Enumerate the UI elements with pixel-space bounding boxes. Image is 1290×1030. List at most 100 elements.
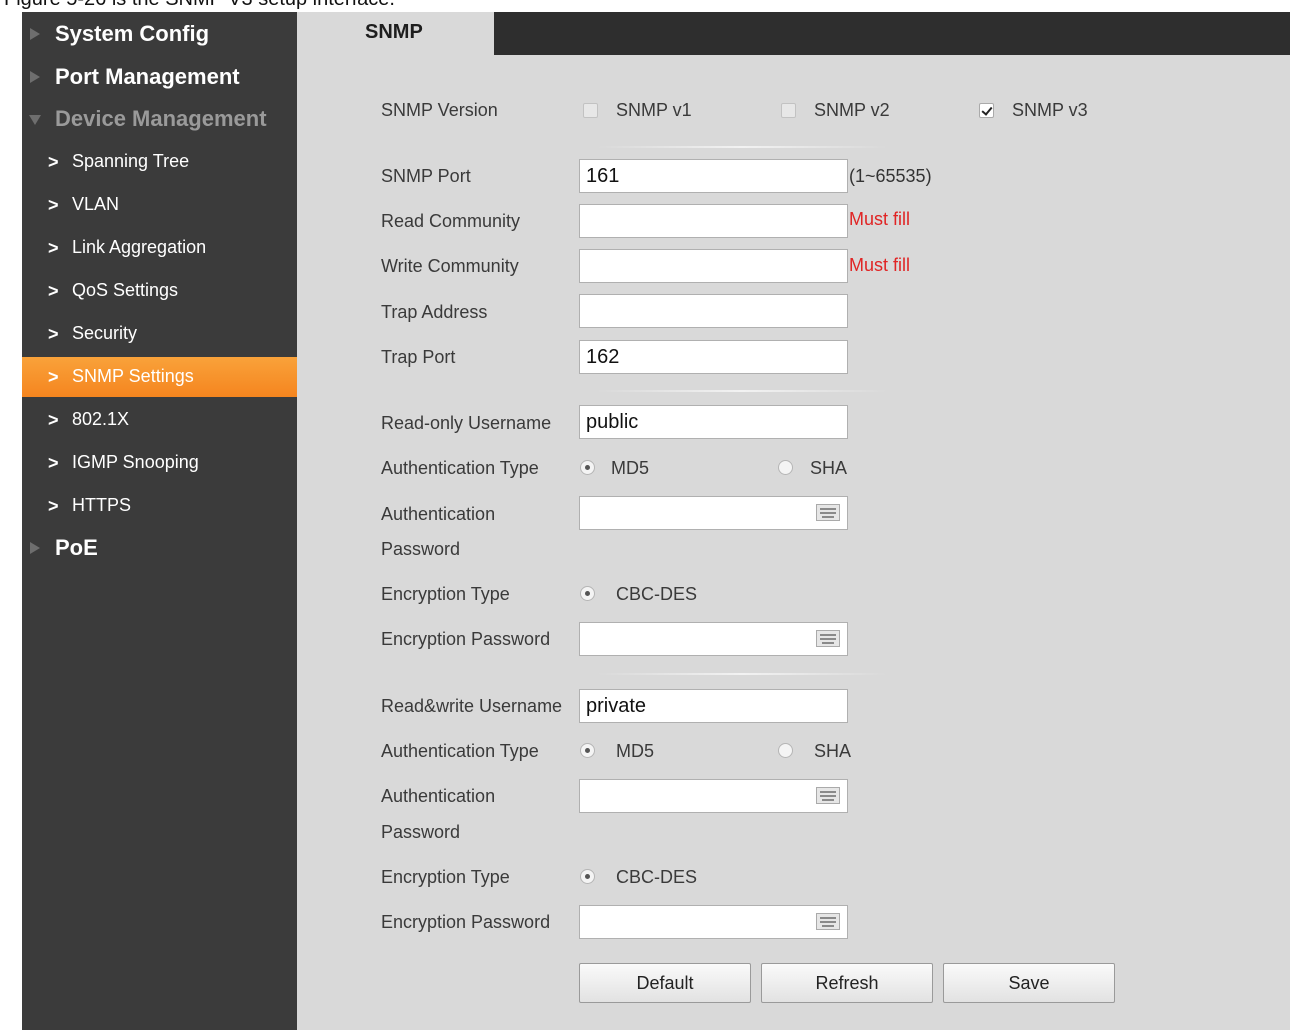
sidebar-item-label: HTTPS: [72, 495, 132, 515]
ro-sha-radio[interactable]: [778, 460, 793, 475]
chevron-right-icon: >: [48, 410, 59, 430]
write-community-label: Write Community: [381, 256, 519, 276]
sidebar-category-system-config[interactable]: System Config: [22, 14, 297, 54]
snmp-v2-label: SNMP v2: [814, 100, 890, 120]
snmp-v3-checkbox[interactable]: [979, 103, 994, 118]
section-divider: [597, 146, 887, 148]
chevron-right-icon: >: [48, 281, 59, 301]
chevron-right-icon: >: [48, 195, 59, 215]
keyboard-icon[interactable]: [816, 787, 840, 804]
sidebar-item-link-aggregation[interactable]: > Link Aggregation: [22, 228, 297, 268]
sidebar-item-igmp-snooping[interactable]: > IGMP Snooping: [22, 443, 297, 483]
chevron-right-icon: >: [48, 152, 59, 172]
snmp-v3-label: SNMP v3: [1012, 100, 1088, 120]
sidebar-category-label: Port Management: [55, 64, 240, 89]
read-write-username-input[interactable]: private: [579, 689, 848, 723]
section-divider: [597, 390, 887, 392]
rw-sha-radio[interactable]: [778, 743, 793, 758]
chevron-right-icon: >: [48, 453, 59, 473]
snmp-v2-checkbox[interactable]: [781, 103, 796, 118]
read-write-username-label: Read&write Username: [381, 696, 563, 716]
sidebar-item-8021x[interactable]: > 802.1X: [22, 400, 297, 440]
tab-snmp[interactable]: SNMP: [297, 12, 494, 55]
rw-cbc-des-radio[interactable]: [580, 869, 595, 884]
ro-encryption-password-label: Encryption Password: [381, 629, 551, 649]
sidebar-category-device-management[interactable]: Device Management: [22, 99, 297, 139]
rw-md5-label: MD5: [616, 741, 655, 761]
ro-sha-label: SHA: [810, 458, 848, 478]
sidebar-item-snmp-settings[interactable]: > SNMP Settings: [22, 357, 297, 397]
sidebar-item-vlan[interactable]: > VLAN: [22, 185, 297, 225]
ro-md5-radio[interactable]: [580, 460, 595, 475]
read-community-input[interactable]: [579, 204, 848, 238]
save-button[interactable]: Save: [943, 963, 1115, 1003]
trap-address-label: Trap Address: [381, 302, 488, 322]
keyboard-icon[interactable]: [816, 913, 840, 930]
sidebar-item-spanning-tree[interactable]: > Spanning Tree: [22, 142, 297, 182]
triangle-down-icon: [29, 115, 41, 125]
read-only-username-input[interactable]: public: [579, 405, 848, 439]
refresh-button[interactable]: Refresh: [761, 963, 933, 1003]
chevron-right-icon: >: [48, 496, 59, 516]
rw-auth-type-label: Authentication Type: [381, 741, 539, 761]
ro-auth-password-label: Authentication: [381, 504, 496, 524]
snmp-v1-label: SNMP v1: [616, 100, 692, 120]
rw-cbc-des-label: CBC-DES: [616, 867, 698, 887]
ro-cbc-des-radio[interactable]: [580, 586, 595, 601]
keyboard-icon[interactable]: [816, 504, 840, 521]
rw-encryption-password-input[interactable]: [579, 905, 848, 939]
sidebar-item-label: VLAN: [72, 194, 120, 214]
sidebar-category-label: PoE: [55, 535, 98, 560]
sidebar-item-https[interactable]: > HTTPS: [22, 486, 297, 526]
snmp-version-label: SNMP Version: [381, 100, 498, 120]
tab-label: SNMP: [365, 21, 423, 43]
snmp-v1-checkbox[interactable]: [583, 103, 598, 118]
section-divider: [597, 673, 887, 675]
sidebar-category-port-management[interactable]: Port Management: [22, 57, 297, 97]
sidebar-item-label: Spanning Tree: [72, 151, 190, 171]
must-fill-warning: Must fill: [849, 209, 911, 229]
sidebar-item-qos-settings[interactable]: > QoS Settings: [22, 271, 297, 311]
top-bar: SNMP: [297, 12, 1290, 55]
triangle-right-icon: [30, 542, 40, 554]
sidebar-item-label: SNMP Settings: [72, 366, 194, 386]
rw-encryption-password-label: Encryption Password: [381, 912, 551, 932]
sidebar-item-security[interactable]: > Security: [22, 314, 297, 354]
sidebar-item-label: 802.1X: [72, 409, 130, 429]
ro-auth-password-label-line2: Password: [381, 539, 461, 559]
sidebar: System Config Port Management Device Man…: [22, 12, 297, 1030]
trap-port-label: Trap Port: [381, 347, 456, 367]
chevron-right-icon: >: [48, 238, 59, 258]
snmp-port-input[interactable]: 161: [579, 159, 848, 193]
must-fill-warning: Must fill: [849, 255, 911, 275]
trap-address-input[interactable]: [579, 294, 848, 328]
default-button[interactable]: Default: [579, 963, 751, 1003]
write-community-input[interactable]: [579, 249, 848, 283]
rw-sha-label: SHA: [814, 741, 852, 761]
rw-md5-radio[interactable]: [580, 743, 595, 758]
rw-encryption-type-label: Encryption Type: [381, 867, 510, 887]
snmp-port-range-hint: (1~65535): [849, 166, 932, 186]
sidebar-item-label: Security: [72, 323, 138, 343]
sidebar-item-label: QoS Settings: [72, 280, 179, 300]
rw-auth-password-label: Authentication: [381, 786, 496, 806]
rw-auth-password-input[interactable]: [579, 779, 848, 813]
ro-auth-password-input[interactable]: [579, 496, 848, 530]
sidebar-category-label: Device Management: [55, 106, 267, 131]
sidebar-category-poe[interactable]: PoE: [22, 528, 297, 568]
read-community-label: Read Community: [381, 211, 521, 231]
keyboard-icon[interactable]: [816, 630, 840, 647]
sidebar-item-label: Link Aggregation: [72, 237, 207, 257]
rw-auth-password-label-line2: Password: [381, 822, 461, 842]
ro-auth-type-label: Authentication Type: [381, 458, 539, 478]
sidebar-item-label: IGMP Snooping: [72, 452, 199, 472]
chevron-right-icon: >: [48, 367, 59, 387]
ro-md5-label: MD5: [611, 458, 650, 478]
read-only-username-label: Read-only Username: [381, 413, 552, 433]
snmp-form: SNMP Version SNMP v1 SNMP v2 SNMP v3 SNM…: [297, 55, 1290, 1030]
snmp-port-label: SNMP Port: [381, 166, 471, 186]
figure-caption: Figure 5-26 is the SNMP V3 setup interfa…: [4, 0, 395, 11]
trap-port-input[interactable]: 162: [579, 340, 848, 374]
ro-encryption-password-input[interactable]: [579, 622, 848, 656]
ro-encryption-type-label: Encryption Type: [381, 584, 510, 604]
